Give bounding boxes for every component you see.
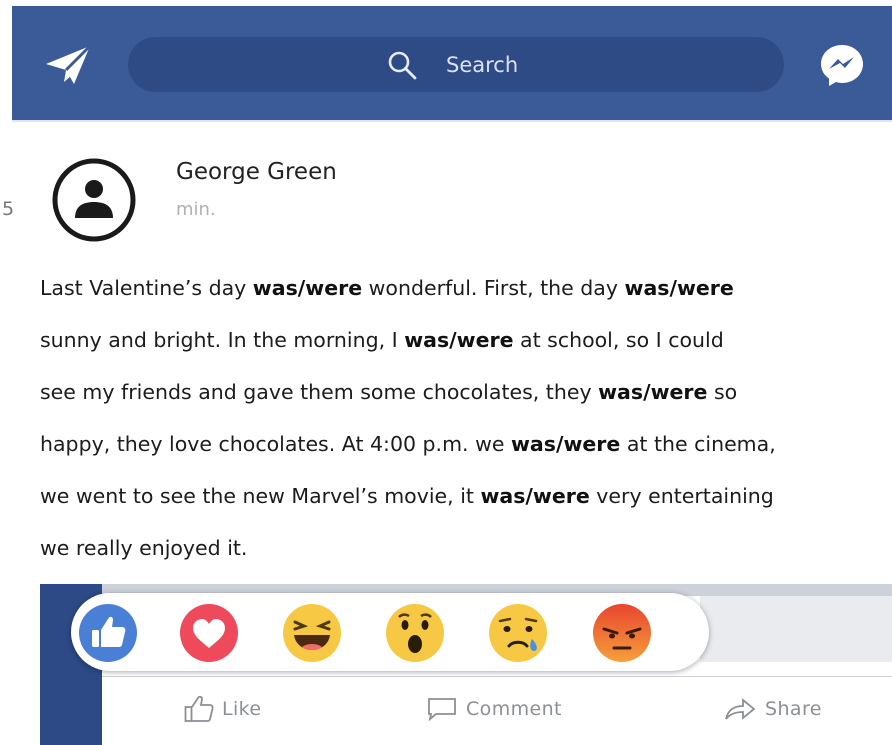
haha-reaction-icon[interactable]: [282, 603, 342, 663]
like-reaction-icon[interactable]: [78, 603, 138, 663]
share-action-button[interactable]: Share: [723, 692, 822, 726]
post-text: Last Valentine’s day was/were wonderful.…: [40, 262, 892, 574]
comment-icon: [428, 698, 456, 722]
wow-reaction-icon[interactable]: [385, 603, 445, 663]
post-line: Last Valentine’s day was/were wonderful.…: [40, 276, 734, 300]
search-placeholder[interactable]: Search: [446, 50, 518, 80]
post-line: we really enjoyed it.: [40, 536, 248, 560]
blank-choice: was/were: [510, 432, 621, 456]
share-action-label: Share: [765, 698, 822, 720]
panel-background: [700, 596, 892, 662]
post-line: see my friends and gave them some chocol…: [40, 380, 738, 404]
like-action-button[interactable]: Like: [184, 692, 261, 726]
margin-number: 5: [2, 198, 15, 220]
share-arrow-icon: [725, 698, 756, 720]
blank-choice: was/were: [404, 328, 514, 352]
search-icon: [388, 51, 417, 80]
blank-choice: was/were: [598, 380, 708, 404]
post-line: we went to see the new Marvel’s movie, i…: [40, 484, 774, 508]
post-author[interactable]: George Green: [176, 156, 337, 188]
blank-choice: was/were: [252, 276, 363, 300]
blank-choice: was/were: [624, 276, 734, 300]
sad-reaction-icon[interactable]: [488, 603, 548, 663]
angry-reaction-icon[interactable]: [592, 603, 652, 663]
thumbs-up-icon: [184, 695, 214, 722]
avatar[interactable]: [52, 158, 136, 242]
header-divider: [12, 120, 892, 122]
like-action-label: Like: [222, 698, 262, 720]
love-reaction-icon[interactable]: [179, 603, 239, 663]
post-line: happy, they love chocolates. At 4:00 p.m…: [40, 432, 776, 456]
comment-action-label: Comment: [466, 698, 562, 720]
send-icon[interactable]: [44, 44, 92, 86]
messenger-icon[interactable]: [818, 42, 866, 88]
post-timestamp: min.: [176, 199, 216, 220]
panel-divider: [102, 676, 892, 677]
blank-choice: was/were: [480, 484, 590, 508]
post-line: sunny and bright. In the morning, I was/…: [40, 328, 724, 352]
comment-action-button[interactable]: Comment: [426, 692, 562, 726]
